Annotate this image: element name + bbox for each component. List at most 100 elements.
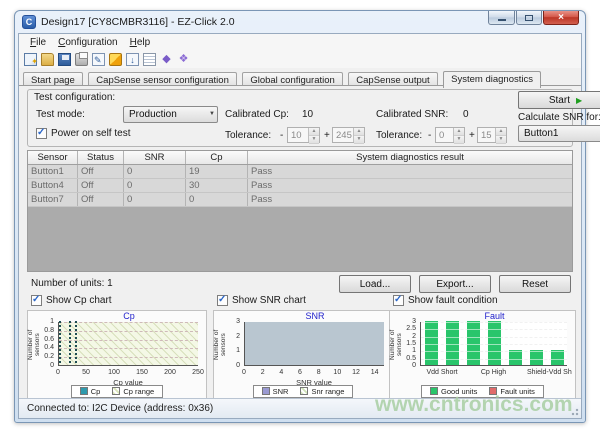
table-row[interactable]: Button1 Off 0 19 Pass bbox=[28, 165, 572, 179]
chart-title: Fault bbox=[420, 311, 569, 321]
power-on-self-test-checkbox[interactable]: Power on self test bbox=[36, 128, 130, 139]
tab-strip: Start page CapSense sensor configuration… bbox=[19, 68, 581, 86]
verify-config-icon[interactable]: ❖ bbox=[177, 53, 190, 66]
connection-status-text: Connected to: I2C Device (address: 0x36) bbox=[27, 403, 213, 414]
x-category-label: Vdd Short bbox=[426, 369, 457, 376]
table-row[interactable]: Button4 Off 0 30 Pass bbox=[28, 179, 572, 193]
cp-tolerance-plus-spinner[interactable]: 245 ▲▼ bbox=[332, 127, 365, 143]
gridline-overlay bbox=[421, 351, 567, 352]
calculate-snr-for-select[interactable]: Button1 ▼ bbox=[518, 125, 600, 142]
legend-swatch-icon bbox=[262, 387, 270, 395]
y-tick-label: 0 bbox=[222, 362, 240, 369]
menu-file[interactable]: File bbox=[24, 36, 52, 49]
title-bar[interactable]: C Design17 [CY8CMBR3116] - EZ-Click 2.0 … bbox=[15, 11, 585, 32]
snr-tolerance-plus-spinner[interactable]: 15 ▲▼ bbox=[477, 127, 507, 143]
test-mode-select[interactable]: Production ▼ bbox=[123, 106, 218, 123]
export-button[interactable]: Export... bbox=[419, 275, 491, 293]
spinner-arrows-icon[interactable]: ▲▼ bbox=[353, 128, 364, 142]
cp-tolerance-minus-value: 10 bbox=[288, 128, 308, 142]
save-as-icon[interactable] bbox=[92, 53, 105, 66]
cell-status: Off bbox=[78, 165, 124, 178]
tab-system-diagnostics[interactable]: System diagnostics bbox=[443, 71, 541, 88]
gridline bbox=[59, 340, 198, 341]
tab-capsense-output[interactable]: CapSense output bbox=[348, 72, 437, 87]
open-design-icon[interactable] bbox=[41, 53, 54, 66]
legend-swatch-icon bbox=[112, 387, 120, 395]
y-tick-label: 0 bbox=[398, 362, 416, 369]
minimize-icon bbox=[498, 19, 506, 21]
start-button[interactable]: Start ▶ bbox=[518, 91, 600, 109]
show-snr-chart-checkbox[interactable]: Show SNR chart bbox=[217, 295, 306, 306]
x-tick-label: 2 bbox=[261, 369, 265, 376]
legend-item: SNR bbox=[262, 387, 289, 396]
x-category-label: Cp High bbox=[481, 369, 506, 376]
x-tick-label: 4 bbox=[279, 369, 283, 376]
test-mode-label: Test mode: bbox=[36, 109, 85, 120]
y-tick-label: 1 bbox=[36, 318, 54, 325]
snr-tolerance-label: Tolerance: bbox=[376, 130, 422, 141]
gridline bbox=[59, 322, 198, 323]
minimize-button[interactable] bbox=[488, 11, 515, 25]
cp-tolerance-minus-sign: - bbox=[280, 130, 283, 141]
menu-help[interactable]: Help bbox=[124, 36, 157, 49]
cell-snr: 0 bbox=[124, 179, 186, 192]
chart-legend: SNRSnr range bbox=[214, 385, 392, 398]
download-firmware-icon[interactable]: ↓ bbox=[126, 53, 139, 66]
connect-device-icon[interactable] bbox=[109, 53, 122, 66]
y-tick-label: 0.5 bbox=[398, 355, 416, 362]
save-design-icon[interactable] bbox=[58, 53, 71, 66]
legend-swatch-icon bbox=[80, 387, 88, 395]
y-tick-label: 3 bbox=[222, 318, 240, 325]
checkbox-icon bbox=[217, 295, 228, 306]
cp-tolerance-plus-sign: + bbox=[324, 130, 330, 141]
export-button-label: Export... bbox=[436, 279, 473, 290]
y-tick-label: 1.5 bbox=[398, 340, 416, 347]
chart-title: SNR bbox=[244, 311, 386, 321]
table-row[interactable]: Button7 Off 0 0 Pass bbox=[28, 193, 572, 207]
show-snr-chart-label: Show SNR chart bbox=[232, 295, 306, 306]
snr-tolerance-plus-sign: + bbox=[469, 130, 475, 141]
y-tick-label: 3 bbox=[398, 318, 416, 325]
snr-tolerance-minus-spinner[interactable]: 0 ▲▼ bbox=[435, 127, 465, 143]
spinner-arrows-icon[interactable]: ▲▼ bbox=[453, 128, 464, 142]
new-design-icon[interactable] bbox=[24, 53, 37, 66]
fault-chart: FaultNumber of sensors00.511.522.53Vdd S… bbox=[389, 310, 576, 402]
play-icon: ▶ bbox=[576, 96, 582, 105]
load-button[interactable]: Load... bbox=[339, 275, 411, 293]
legend-swatch-icon bbox=[300, 387, 308, 395]
cell-result: Pass bbox=[248, 193, 572, 206]
apply-config-icon[interactable]: ◆ bbox=[160, 53, 173, 66]
tab-capsense-sensor-configuration[interactable]: CapSense sensor configuration bbox=[88, 72, 237, 87]
app-window: C Design17 [CY8CMBR3116] - EZ-Click 2.0 … bbox=[14, 10, 586, 423]
cell-sensor: Button4 bbox=[28, 179, 78, 192]
close-button[interactable]: × bbox=[543, 11, 579, 25]
y-tick-label: 0.2 bbox=[36, 353, 54, 360]
test-configuration-group: Test configuration: Test mode: Productio… bbox=[27, 89, 573, 147]
y-tick-label: 2.5 bbox=[398, 325, 416, 332]
print-icon[interactable] bbox=[75, 53, 88, 66]
x-tick-label: 200 bbox=[164, 369, 176, 376]
menu-configuration[interactable]: Configuration bbox=[52, 36, 124, 49]
spinner-arrows-icon[interactable]: ▲▼ bbox=[495, 128, 506, 142]
y-tick-label: 2 bbox=[398, 333, 416, 340]
show-cp-chart-checkbox[interactable]: Show Cp chart bbox=[31, 295, 112, 306]
x-tick-label: 100 bbox=[108, 369, 120, 376]
snr-tolerance-minus-value: 0 bbox=[436, 128, 453, 142]
tab-global-configuration[interactable]: Global configuration bbox=[242, 72, 343, 87]
table-header-row: Sensor Status SNR Cp System diagnostics … bbox=[28, 151, 572, 165]
maximize-button[interactable] bbox=[516, 11, 542, 25]
reset-button[interactable]: Reset bbox=[499, 275, 571, 293]
report-icon[interactable] bbox=[143, 53, 156, 66]
cp-bar bbox=[59, 321, 61, 365]
col-result: System diagnostics result bbox=[248, 151, 572, 164]
cp-tolerance-label: Tolerance: bbox=[225, 130, 271, 141]
calibrated-cp-label: Calibrated Cp: bbox=[225, 109, 289, 120]
show-fault-condition-checkbox[interactable]: Show fault condition bbox=[393, 295, 498, 306]
cp-tolerance-minus-spinner[interactable]: 10 ▲▼ bbox=[287, 127, 320, 143]
tab-start-page[interactable]: Start page bbox=[23, 72, 83, 87]
col-cp: Cp bbox=[186, 151, 248, 164]
cell-result: Pass bbox=[248, 179, 572, 192]
spinner-arrows-icon[interactable]: ▲▼ bbox=[308, 128, 319, 142]
maximize-icon bbox=[525, 15, 533, 21]
test-mode-value: Production bbox=[129, 109, 177, 120]
